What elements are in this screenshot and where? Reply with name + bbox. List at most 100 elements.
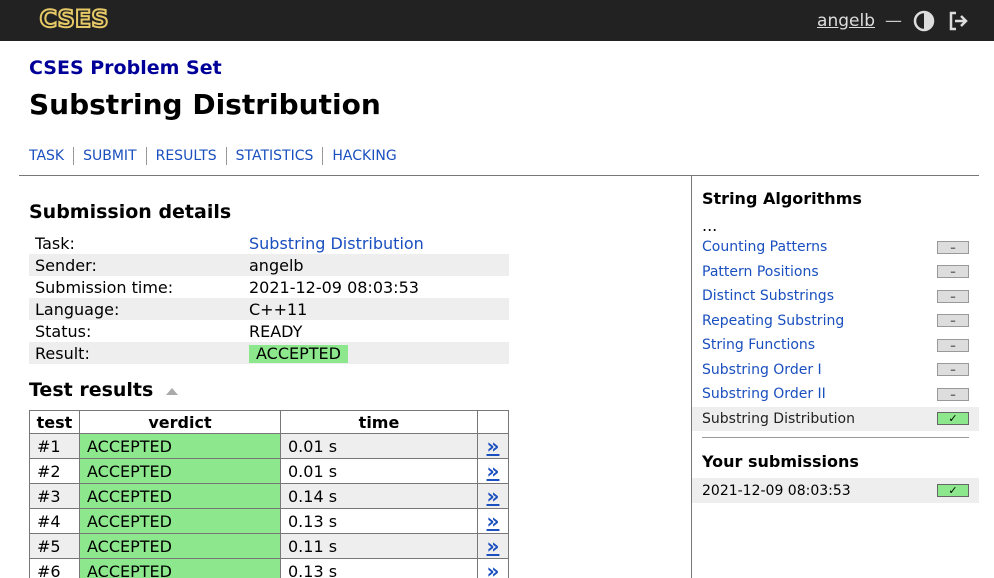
sidebar-item-substring-order-i[interactable]: Substring Order I — [702, 362, 822, 378]
logout-icon[interactable] — [946, 9, 970, 33]
details-row: Task: Substring Distribution — [29, 232, 509, 254]
top-bar: CSES angelb — — [0, 0, 994, 41]
tab-task[interactable]: TASK — [29, 147, 73, 165]
details-value: READY — [249, 321, 303, 341]
test-id: #6 — [29, 558, 80, 578]
test-id: #1 — [29, 433, 80, 459]
time-cell: 0.01 s — [280, 458, 478, 484]
sidebar-item: Counting Patterns – — [692, 235, 979, 260]
svg-text:CSES: CSES — [39, 6, 108, 32]
sidebar-ellipsis: ... — [702, 216, 718, 235]
test-id: #4 — [29, 508, 80, 534]
sidebar-item: Pattern Positions – — [692, 260, 979, 285]
sidebar-divider — [702, 437, 969, 438]
sidebar-item-distinct-substrings[interactable]: Distinct Substrings — [702, 288, 834, 304]
task-link[interactable]: Substring Distribution — [249, 234, 424, 253]
check-icon: ✓ — [937, 484, 969, 497]
test-id: #2 — [29, 458, 80, 484]
details-value: C++11 — [247, 298, 509, 320]
status-box: – — [937, 363, 969, 377]
details-row: Sender: angelb — [29, 254, 509, 276]
username-link[interactable]: angelb — [817, 11, 875, 31]
collapse-up-icon[interactable] — [165, 387, 178, 395]
result-badge: ACCEPTED — [249, 344, 348, 363]
submission-row[interactable]: 2021-12-09 08:03:53 ✓ — [692, 478, 979, 503]
col-verdict: verdict — [79, 410, 281, 434]
your-submissions-title: Your submissions — [702, 452, 859, 471]
status-box: – — [937, 265, 969, 279]
problem-set-title[interactable]: CSES Problem Set — [29, 57, 222, 79]
verdict-cell: ACCEPTED — [79, 433, 281, 459]
details-row: Status: READY — [29, 320, 509, 342]
sidebar-item-current: Substring Distribution ✓ — [692, 406, 979, 431]
col-link — [477, 410, 509, 434]
divider — [19, 175, 979, 176]
table-row: #6 ACCEPTED 0.13 s » — [29, 558, 509, 578]
view-test-link[interactable]: » — [487, 484, 500, 508]
details-key: Sender: — [29, 254, 247, 276]
table-row: #1 ACCEPTED 0.01 s » — [29, 433, 509, 459]
page-title: Substring Distribution — [29, 88, 381, 121]
time-cell: 0.13 s — [280, 508, 478, 534]
view-test-link[interactable]: » — [487, 534, 500, 558]
view-test-link[interactable]: » — [487, 459, 500, 483]
details-key: Task: — [35, 233, 75, 253]
sidebar-item: Repeating Substring – — [692, 309, 979, 334]
tab-submit[interactable]: SUBMIT — [73, 147, 146, 165]
sidebar-item: Substring Order II – — [692, 382, 979, 407]
test-id: #3 — [29, 483, 80, 509]
cses-logo[interactable]: CSES — [28, 6, 120, 32]
submission-details-heading: Submission details — [29, 201, 232, 223]
time-cell: 0.13 s — [280, 558, 478, 578]
test-results-heading[interactable]: Test results — [29, 379, 178, 401]
col-test: test — [29, 410, 80, 434]
tab-hacking[interactable]: HACKING — [322, 147, 405, 165]
sidebar-item-counting-patterns[interactable]: Counting Patterns — [702, 239, 827, 255]
verdict-cell: ACCEPTED — [79, 508, 281, 534]
status-box: – — [937, 314, 969, 328]
details-value: angelb — [247, 254, 509, 276]
table-row: #5 ACCEPTED 0.11 s » — [29, 533, 509, 559]
view-test-link[interactable]: » — [487, 559, 500, 578]
check-icon: ✓ — [937, 412, 969, 426]
details-key: Result: — [29, 342, 247, 364]
col-time: time — [280, 410, 478, 434]
view-test-link[interactable]: » — [487, 509, 500, 533]
sidebar-item-substring-order-ii[interactable]: Substring Order II — [702, 386, 826, 402]
sidebar-item-string-functions[interactable]: String Functions — [702, 337, 815, 353]
table-row: #4 ACCEPTED 0.13 s » — [29, 508, 509, 534]
sidebar-item: Substring Order I – — [692, 358, 979, 383]
time-cell: 0.01 s — [280, 433, 478, 459]
details-key: Submission time: — [35, 277, 174, 297]
sidebar-item: Distinct Substrings – — [692, 284, 979, 309]
sidebar-item-pattern-positions[interactable]: Pattern Positions — [702, 264, 819, 280]
test-id: #5 — [29, 533, 80, 559]
test-results-table: test verdict time #1 ACCEPTED 0.01 s » #… — [29, 410, 509, 578]
view-test-link[interactable]: » — [487, 434, 500, 458]
sidebar-item-repeating-substring[interactable]: Repeating Substring — [702, 313, 844, 329]
sidebar-item-substring-distribution: Substring Distribution — [702, 410, 855, 427]
contrast-icon[interactable] — [912, 9, 936, 33]
details-row: Result: ACCEPTED — [29, 342, 509, 364]
tab-statistics[interactable]: STATISTICS — [225, 147, 323, 165]
status-box: – — [937, 240, 969, 254]
time-cell: 0.14 s — [280, 483, 478, 509]
details-key: Status: — [35, 321, 92, 341]
verdict-cell: ACCEPTED — [79, 458, 281, 484]
details-row: Submission time: 2021-12-09 08:03:53 — [29, 276, 509, 298]
verdict-cell: ACCEPTED — [79, 558, 281, 578]
table-row: #3 ACCEPTED 0.14 s » — [29, 483, 509, 509]
details-value: 2021-12-09 08:03:53 — [249, 277, 419, 297]
sidebar-task-list: Counting Patterns – Pattern Positions – … — [692, 235, 979, 431]
sidebar-section-title: String Algorithms — [702, 189, 862, 208]
status-box: – — [937, 387, 969, 401]
sidebar-item: String Functions – — [692, 333, 979, 358]
status-box: – — [937, 289, 969, 303]
status-box: – — [937, 338, 969, 352]
tab-results[interactable]: RESULTS — [145, 147, 226, 165]
submission-time: 2021-12-09 08:03:53 — [702, 482, 851, 499]
verdict-cell: ACCEPTED — [79, 483, 281, 509]
time-cell: 0.11 s — [280, 533, 478, 559]
verdict-cell: ACCEPTED — [79, 533, 281, 559]
problem-nav: TASK SUBMIT RESULTS STATISTICS HACKING — [29, 147, 406, 165]
